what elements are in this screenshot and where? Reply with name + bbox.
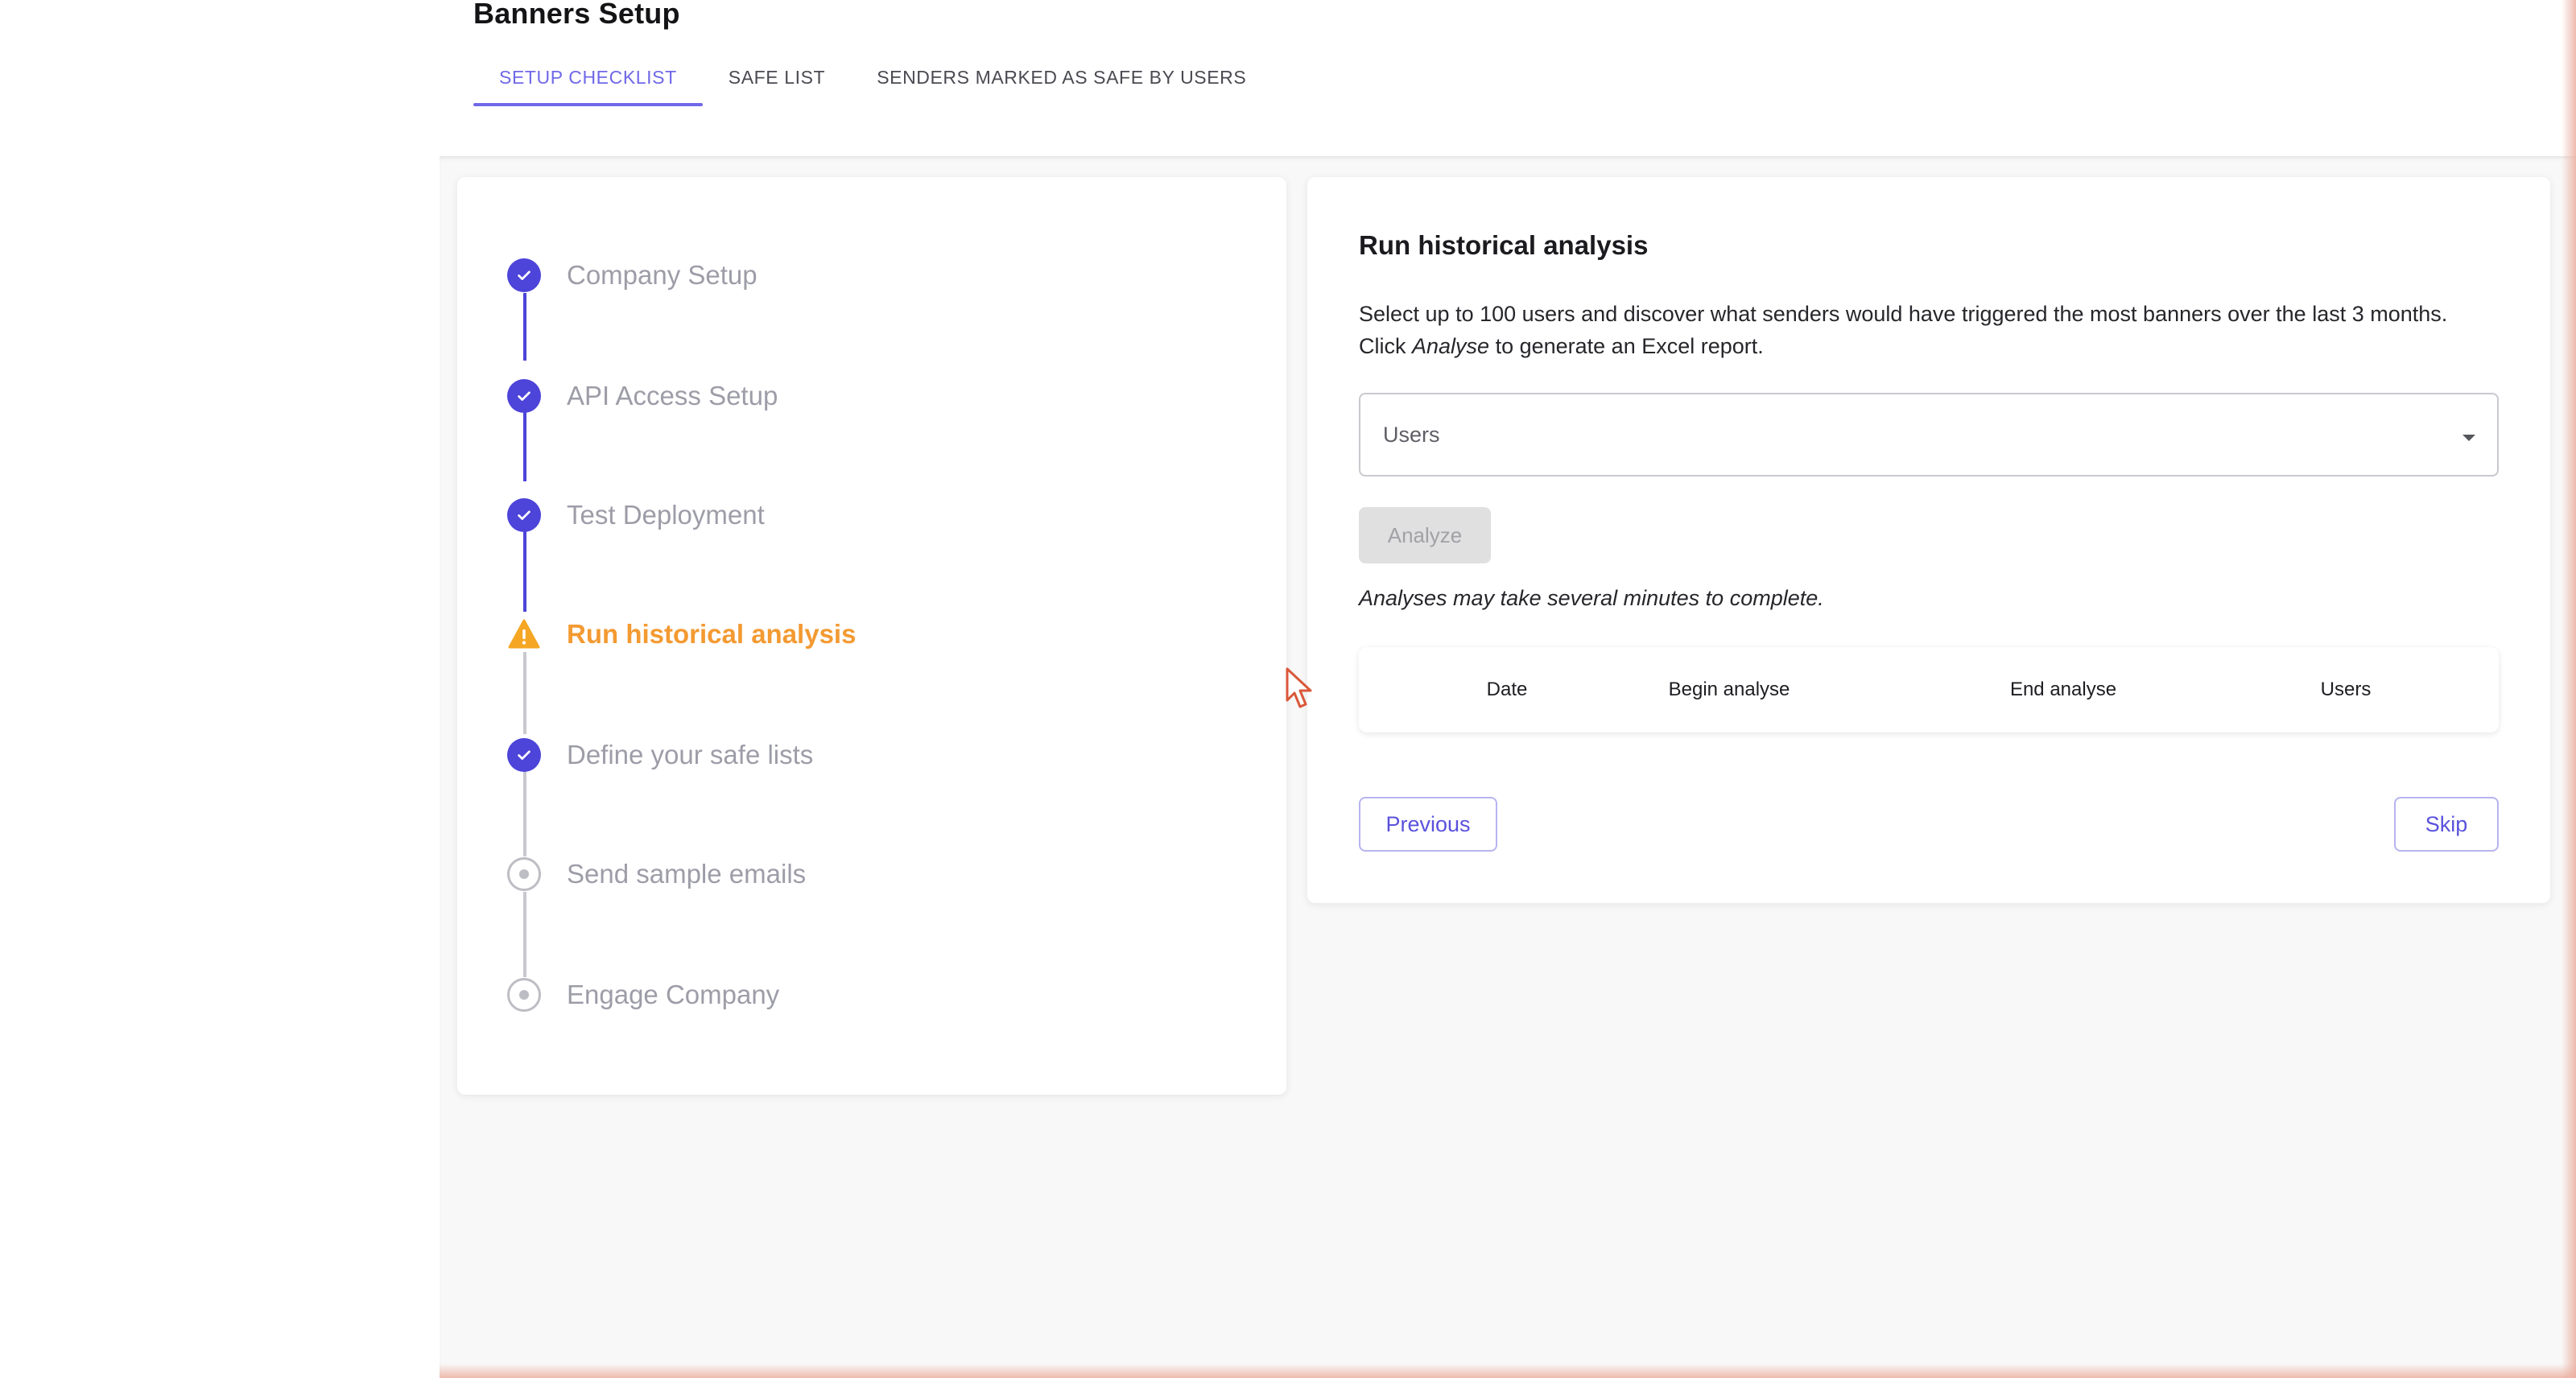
users-select-placeholder: Users [1383, 422, 1440, 447]
step-label: Define your safe lists [567, 740, 814, 769]
step-connector [523, 412, 526, 481]
step-run-historical-analysis[interactable]: Run historical analysis [507, 617, 856, 652]
description-click: Click [1359, 334, 1412, 358]
description-emphasis: Analyse [1412, 334, 1490, 358]
dropdown-arrow-icon [2462, 431, 2476, 446]
tab-bar: SETUP CHECKLIST SAFE LIST SENDERS MARKED… [473, 48, 1272, 106]
users-select[interactable]: Users [1359, 393, 2499, 477]
check-icon [507, 498, 541, 532]
description-rest: to generate an Excel report. [1489, 334, 1764, 358]
step-label: Engage Company [567, 980, 780, 1009]
table-header-end-analyse: End analyse [2009, 679, 2117, 700]
page-title: Banners Setup [473, 0, 680, 30]
panel-description: Select up to 100 users and discover what… [1359, 298, 2502, 362]
step-label: Run historical analysis [567, 619, 857, 649]
analyses-table: Date Begin analyse End analyse Users [1359, 647, 2499, 732]
analyze-button[interactable]: Analyze [1359, 507, 1491, 563]
tab-senders-marked-safe[interactable]: SENDERS MARKED AS SAFE BY USERS [851, 48, 1272, 106]
step-connector [523, 771, 526, 856]
tab-setup-checklist[interactable]: SETUP CHECKLIST [473, 48, 703, 106]
skip-button[interactable]: Skip [2394, 797, 2499, 852]
step-label: Test Deployment [567, 500, 765, 530]
panel-title: Run historical analysis [1359, 230, 1649, 260]
description-line: Click Analyse to generate an Excel repor… [1359, 330, 2502, 362]
analysis-duration-note: Analyses may take several minutes to com… [1359, 586, 1824, 610]
step-company-setup[interactable]: Company Setup [507, 258, 758, 293]
page-header: Banners Setup SETUP CHECKLIST SAFE LIST … [0, 0, 2576, 158]
window-edge-glow [2562, 0, 2576, 1378]
description-line: Select up to 100 users and discover what… [1359, 302, 2448, 326]
step-engage-company[interactable]: Engage Company [507, 977, 779, 1013]
step-api-access-setup[interactable]: API Access Setup [507, 378, 778, 414]
step-connector [523, 293, 526, 361]
check-icon [507, 379, 541, 413]
step-label: Company Setup [567, 260, 758, 290]
previous-button[interactable]: Previous [1359, 797, 1497, 852]
step-label: Send sample emails [567, 859, 807, 889]
warning-icon [507, 617, 541, 651]
step-test-deployment[interactable]: Test Deployment [507, 497, 765, 533]
step-send-sample-emails[interactable]: Send sample emails [507, 856, 806, 892]
table-header-begin-analyse: Begin analyse [1668, 679, 1790, 700]
step-define-safe-lists[interactable]: Define your safe lists [507, 737, 813, 773]
app-window: Banners Setup SETUP CHECKLIST SAFE LIST … [0, 0, 2576, 1378]
step-label: API Access Setup [567, 381, 778, 411]
check-icon [507, 738, 541, 772]
step-connector [523, 531, 526, 612]
step-connector [523, 892, 526, 977]
step-connector [523, 652, 526, 734]
tab-safe-list[interactable]: SAFE LIST [703, 48, 851, 106]
table-header-users: Users [2320, 679, 2372, 700]
check-icon [507, 258, 541, 292]
table-header-date: Date [1486, 679, 1528, 700]
historical-analysis-card [1307, 177, 2550, 903]
radio-dot-icon [507, 857, 541, 891]
radio-dot-icon [507, 978, 541, 1012]
mouse-cursor-icon [1285, 666, 1314, 714]
window-edge-glow [440, 1364, 2576, 1378]
